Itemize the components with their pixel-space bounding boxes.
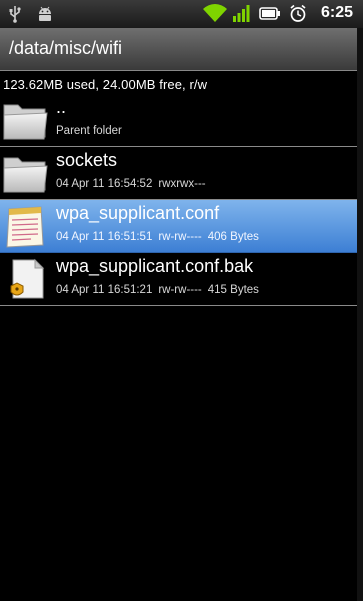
path-bar[interactable]: /data/misc/wifi: [0, 28, 363, 71]
file-size: 415 Bytes: [207, 284, 259, 296]
file-size: 406 Bytes: [207, 231, 259, 243]
list-item-sockets[interactable]: sockets 04 Apr 11 16:54:52 rwxrwx---: [0, 147, 357, 200]
storage-info: 123.62MB used, 24.00MB free, r/w: [3, 77, 208, 92]
file-permissions: rw-rw----: [158, 284, 202, 296]
android-icon: [39, 6, 51, 21]
file-meta: 04 Apr 11 16:51:21 rw-rw---- 415 Bytes: [56, 284, 265, 296]
file-date: 04 Apr 11 16:51:51: [56, 231, 153, 243]
file-date: 04 Apr 11 16:54:52: [56, 178, 153, 190]
alarm-clock-icon: [290, 4, 306, 22]
list-item-wpa-supplicant-conf[interactable]: wpa_supplicant.conf 04 Apr 11 16:51:51 rw…: [0, 200, 357, 253]
wifi-icon: [203, 4, 227, 22]
battery-icon: [259, 7, 280, 20]
file-meta: 04 Apr 11 16:54:52 rwxrwx---: [56, 178, 212, 190]
usb-icon: [9, 6, 21, 23]
locked-file-icon: [10, 258, 45, 299]
clock-time: 6:25: [320, 4, 353, 21]
file-name: ..: [56, 97, 67, 117]
text-file-icon: [6, 206, 44, 248]
list-item-wpa-supplicant-conf-bak[interactable]: wpa_supplicant.conf.bak 04 Apr 11 16:51:…: [0, 253, 357, 306]
current-path: /data/misc/wifi: [9, 38, 123, 58]
file-permissions: rw-rw----: [158, 231, 202, 243]
scroll-edge: [357, 28, 363, 601]
file-subtitle: Parent folder: [56, 125, 122, 137]
folder-icon: [3, 104, 48, 140]
status-bar: 6:25: [0, 0, 363, 28]
file-meta: 04 Apr 11 16:51:51 rw-rw---- 406 Bytes: [56, 231, 265, 243]
file-name: sockets: [56, 150, 118, 170]
signal-icon: [233, 5, 250, 22]
list-item-parent-folder[interactable]: .. Parent folder: [0, 94, 357, 147]
file-permissions: rwxrwx---: [158, 178, 206, 190]
file-name: wpa_supplicant.conf: [56, 203, 220, 223]
folder-icon: [3, 157, 48, 193]
file-list: .. Parent folder sockets 04 Apr 11 16:54…: [0, 94, 357, 306]
file-date: 04 Apr 11 16:51:21: [56, 284, 153, 296]
file-name: wpa_supplicant.conf.bak: [56, 256, 254, 276]
